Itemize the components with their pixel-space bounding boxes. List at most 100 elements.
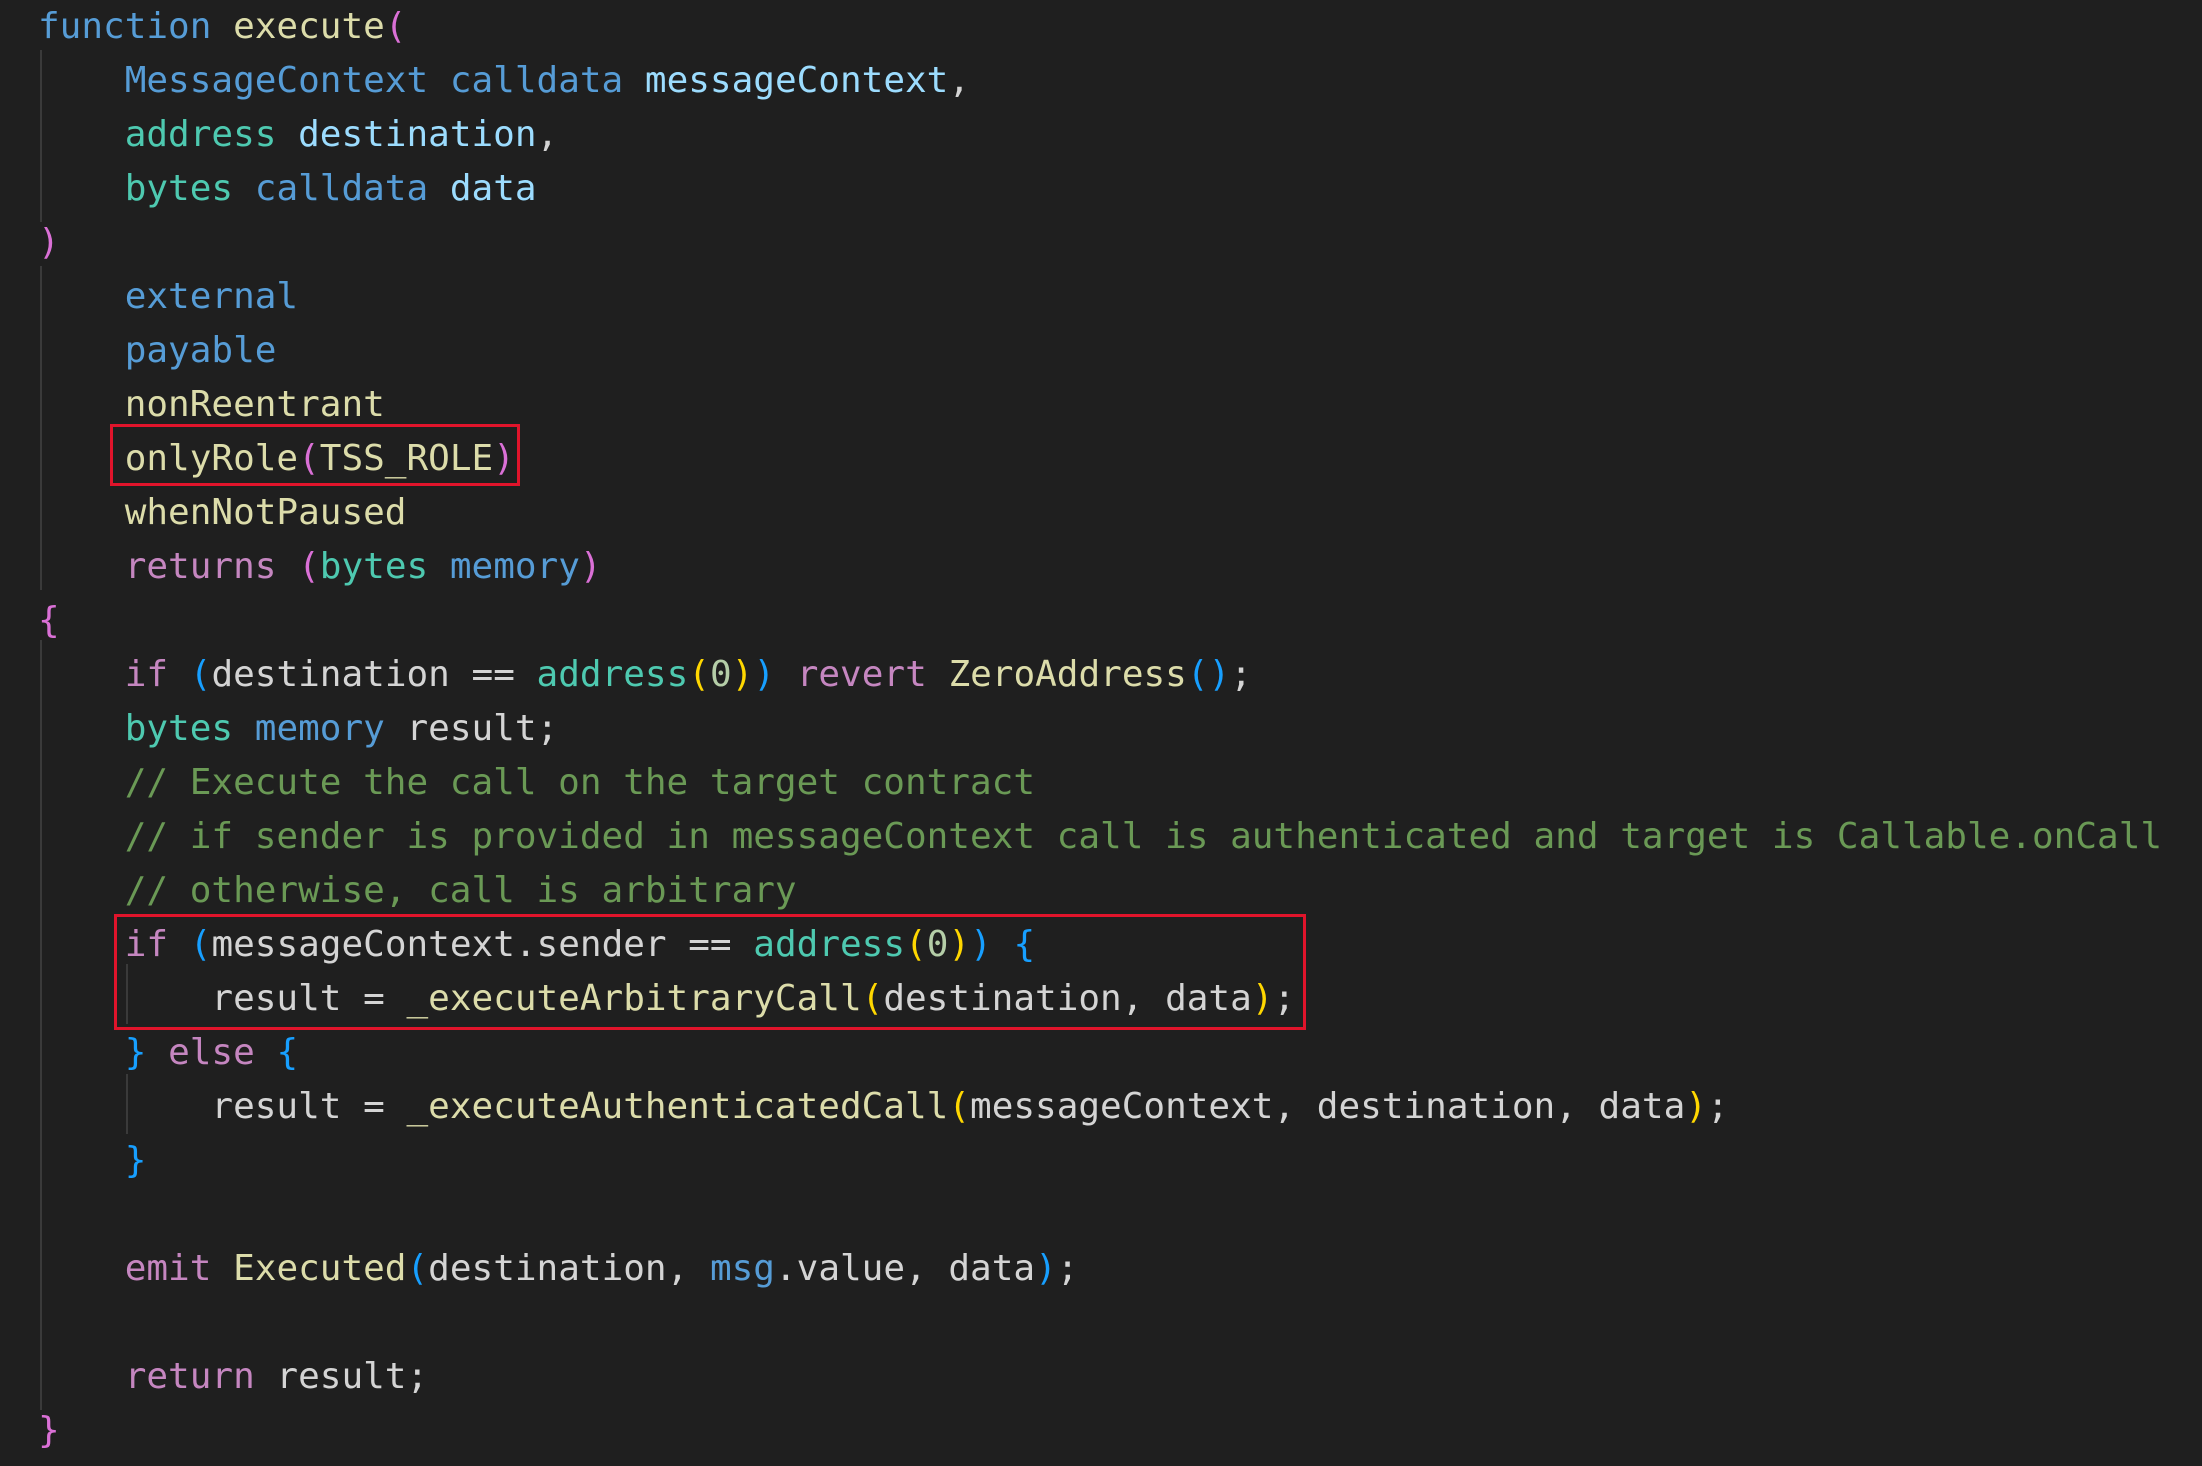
code-token: revert [796, 654, 927, 695]
code-token: ; [1273, 978, 1296, 1019]
code-token: // otherwise, call is arbitrary [124, 870, 797, 911]
code-token: onlyRole [124, 438, 299, 479]
code-token: whenNotPaused [124, 492, 407, 533]
code-line: } [38, 1134, 147, 1188]
code-line: result = _executeArbitraryCall(destinati… [38, 972, 1295, 1026]
code-token: { [38, 600, 60, 641]
code-token: , [536, 114, 559, 155]
code-token: MessageContext [124, 60, 429, 101]
code-token: 0 [926, 924, 949, 965]
code-line: ) [38, 216, 60, 270]
code-line: nonReentrant [38, 378, 385, 432]
code-token: // Execute the call on the target contra… [124, 762, 1036, 803]
code-lines: function execute( MessageContext calldat… [0, 0, 2202, 1466]
code-token: () [1186, 654, 1231, 695]
code-token: ZeroAddress [948, 654, 1187, 695]
code-token: ) [38, 222, 60, 263]
code-token: calldata [254, 168, 429, 209]
code-token: } [124, 1032, 147, 1073]
code-token: ( [861, 978, 884, 1019]
code-token: return [124, 1356, 255, 1397]
code-token: ) [1251, 978, 1274, 1019]
code-line: bytes calldata data [38, 162, 537, 216]
code-token: result = [38, 978, 407, 1019]
code-token: result; [254, 1356, 429, 1397]
code-token: bytes [319, 546, 429, 587]
code-line: // if sender is provided in messageConte… [38, 810, 2162, 864]
code-line: { [38, 594, 60, 648]
code-token: returns [124, 546, 277, 587]
code-token: ( [189, 654, 212, 695]
code-token: ( [406, 1248, 429, 1289]
code-line: bytes memory result; [38, 702, 559, 756]
code-token: destination [298, 114, 537, 155]
code-token: TSS_ROLE [319, 438, 494, 479]
code-line: } [38, 1404, 60, 1458]
code-token: ( [905, 924, 927, 965]
code-line: if (messageContext.sender == address(0))… [38, 918, 1035, 972]
code-token: if [124, 924, 169, 965]
code-line: address destination, [38, 108, 559, 162]
code-token: 0 [709, 654, 732, 695]
code-token: ) [1685, 1086, 1707, 1127]
code-token: execute [233, 6, 385, 47]
code-token: address [124, 114, 277, 155]
code-token: bytes [124, 708, 234, 749]
code-token: ( [384, 6, 407, 47]
code-token: nonReentrant [124, 384, 385, 425]
code-token: memory [449, 546, 580, 587]
code-line: returns (bytes memory) [38, 540, 602, 594]
code-token: ) [948, 924, 971, 965]
code-token: { [276, 1032, 299, 1073]
code-line: MessageContext calldata messageContext, [38, 54, 970, 108]
code-token: emit [124, 1248, 212, 1289]
code-token: ) [493, 438, 515, 479]
code-token: ) [753, 654, 776, 695]
code-editor[interactable]: function execute( MessageContext calldat… [0, 0, 2202, 1466]
code-token: ( [189, 924, 212, 965]
code-line: if (destination == address(0)) revert Ze… [38, 648, 1252, 702]
code-token: ) [1035, 1248, 1057, 1289]
code-token: destination == [211, 654, 537, 695]
code-token: ) [970, 924, 992, 965]
code-token: ( [298, 438, 320, 479]
code-token: ; [1706, 1086, 1729, 1127]
code-token: external [124, 276, 299, 317]
code-token: data [449, 168, 537, 209]
code-token: msg [709, 1248, 775, 1289]
code-token: else [168, 1032, 255, 1073]
code-token: // if sender is provided in messageConte… [124, 816, 2163, 857]
code-line: } else { [38, 1026, 298, 1080]
code-token: result; [384, 708, 559, 749]
code-line: // otherwise, call is arbitrary [38, 864, 797, 918]
code-token: destination, [428, 1248, 710, 1289]
code-line: whenNotPaused [38, 486, 407, 540]
